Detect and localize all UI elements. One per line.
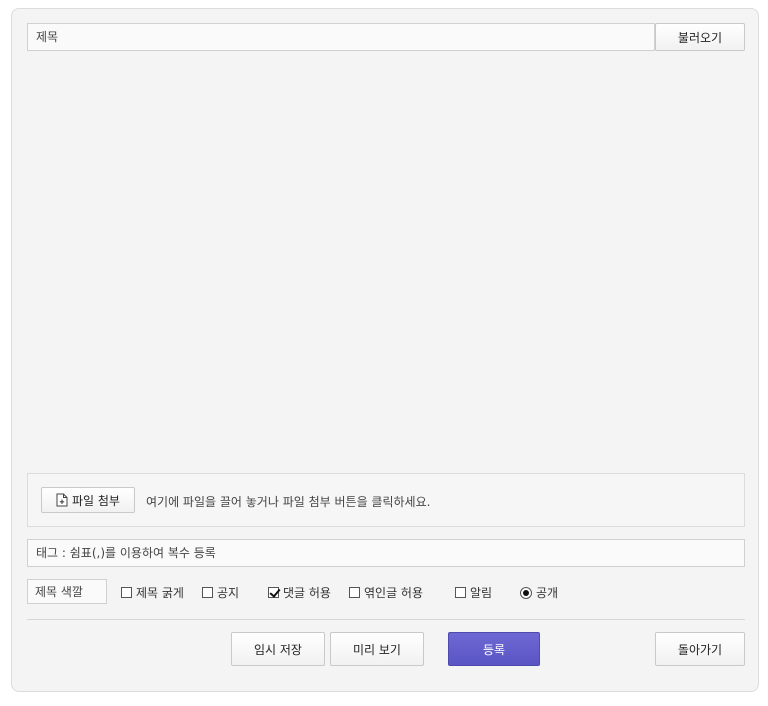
public-option[interactable]: 공개	[520, 584, 558, 601]
title-color-picker[interactable]: 제목 색깔	[27, 579, 107, 604]
notify-label: 알림	[470, 586, 493, 600]
submit-button[interactable]: 등록	[448, 632, 540, 666]
public-label: 공개	[536, 586, 559, 600]
back-button[interactable]: 돌아가기	[655, 632, 745, 666]
divider	[27, 619, 745, 620]
notice-checkbox[interactable]	[202, 587, 213, 598]
attachment-dropzone[interactable]: 파일 첨부 여기에 파일을 끌어 놓거나 파일 첨부 버튼을 클릭하세요.	[27, 473, 745, 527]
attach-file-button[interactable]: 파일 첨부	[41, 487, 135, 513]
bold-title-checkbox[interactable]	[121, 587, 132, 598]
attachment-hint: 여기에 파일을 끌어 놓거나 파일 첨부 버튼을 클릭하세요.	[146, 495, 431, 509]
tag-input[interactable]	[27, 539, 745, 567]
bold-title-option[interactable]: 제목 굵게	[121, 584, 184, 601]
bold-title-label: 제목 굵게	[136, 586, 184, 600]
notify-checkbox[interactable]	[455, 587, 466, 598]
allow-trackback-label: 엮인글 허용	[364, 586, 424, 600]
allow-comments-option[interactable]: 댓글 허용	[268, 584, 331, 601]
notice-option[interactable]: 공지	[202, 584, 239, 601]
attach-file-label: 파일 첨부	[72, 493, 120, 508]
temp-save-button[interactable]: 임시 저장	[231, 632, 325, 666]
preview-button[interactable]: 미리 보기	[330, 632, 424, 666]
notify-option[interactable]: 알림	[455, 584, 492, 601]
file-add-icon	[56, 493, 68, 507]
allow-comments-label: 댓글 허용	[283, 586, 331, 600]
allow-trackback-option[interactable]: 엮인글 허용	[349, 584, 423, 601]
notice-label: 공지	[217, 586, 240, 600]
allow-trackback-checkbox[interactable]	[349, 587, 360, 598]
allow-comments-checkbox[interactable]	[268, 587, 279, 598]
editor-area[interactable]	[27, 55, 745, 465]
title-input[interactable]	[27, 23, 655, 51]
public-radio[interactable]	[520, 586, 532, 599]
load-button[interactable]: 불러오기	[655, 23, 745, 51]
